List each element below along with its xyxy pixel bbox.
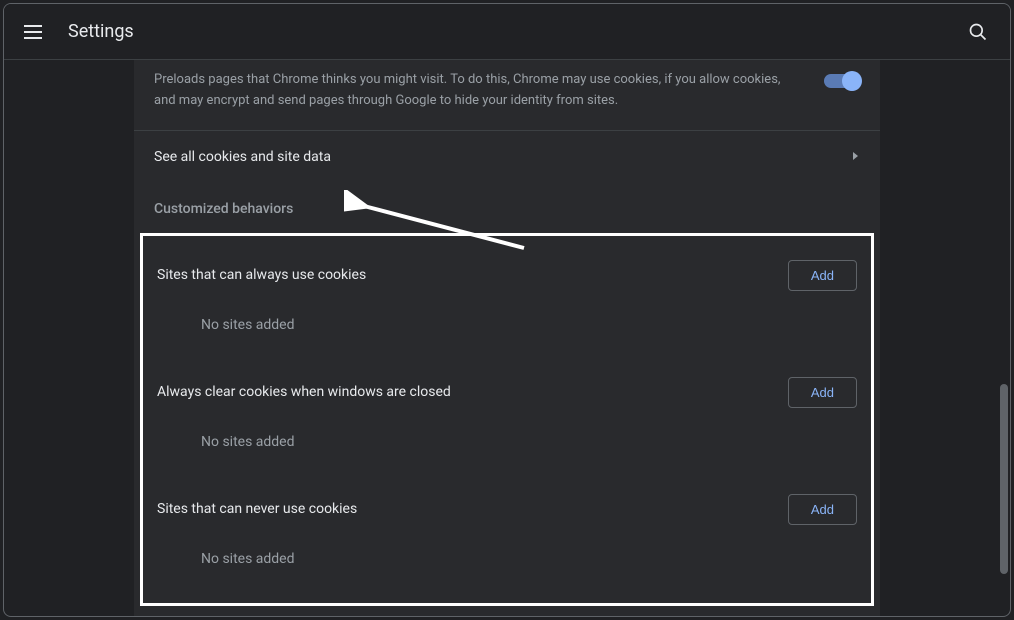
see-all-cookies-row[interactable]: See all cookies and site data (134, 131, 880, 183)
sites-never-allow-empty: No sites added (157, 533, 857, 579)
sites-clear-on-close-title: Always clear cookies when windows are cl… (157, 384, 451, 400)
menu-icon[interactable] (24, 20, 48, 44)
sites-clear-on-close-section: Always clear cookies when windows are cl… (143, 361, 871, 478)
scrollbar-thumb[interactable] (1000, 384, 1008, 574)
scrollbar[interactable] (998, 64, 1010, 612)
add-clear-on-close-button[interactable]: Add (788, 377, 857, 408)
add-never-allow-button[interactable]: Add (788, 494, 857, 525)
preload-toggle[interactable] (824, 74, 860, 88)
preload-row: Preloads pages that Chrome thinks you mi… (134, 60, 880, 131)
sites-never-allow-section: Sites that can never use cookies Add No … (143, 478, 871, 595)
preload-description: Preloads pages that Chrome thinks you mi… (154, 70, 824, 112)
top-bar: Settings (4, 4, 1010, 60)
add-always-allow-button[interactable]: Add (788, 260, 857, 291)
sites-always-allow-section: Sites that can always use cookies Add No… (143, 244, 871, 361)
sites-always-allow-empty: No sites added (157, 299, 857, 345)
sites-never-allow-title: Sites that can never use cookies (157, 501, 357, 517)
behaviors-highlight: Sites that can always use cookies Add No… (140, 233, 874, 606)
sites-clear-on-close-empty: No sites added (157, 416, 857, 462)
search-icon[interactable] (966, 20, 990, 44)
sites-always-allow-title: Sites that can always use cookies (157, 267, 366, 283)
settings-panel: Preloads pages that Chrome thinks you mi… (134, 60, 880, 616)
chevron-right-icon (852, 150, 860, 164)
customized-behaviors-header: Customized behaviors (134, 183, 880, 233)
page-title: Settings (68, 21, 134, 42)
see-all-cookies-label: See all cookies and site data (154, 149, 852, 165)
